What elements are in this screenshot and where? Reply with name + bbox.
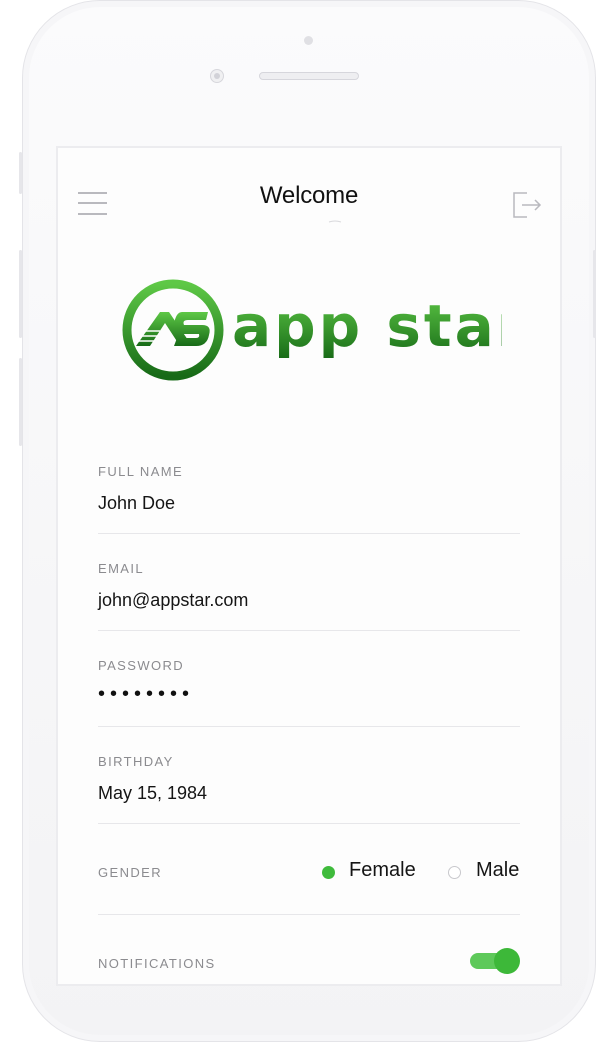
volume-up-button <box>19 250 22 338</box>
email-label: EMAIL <box>98 561 145 576</box>
birthday-label: BIRTHDAY <box>98 754 174 769</box>
divider <box>98 630 520 631</box>
page-title: Welcome <box>259 182 359 209</box>
male-radio[interactable] <box>448 866 461 879</box>
gender-row: GENDER Female Male <box>98 858 520 888</box>
divider <box>98 914 520 915</box>
logo-wordmark: app star. <box>232 292 502 360</box>
full-name-value[interactable]: John Doe <box>98 493 520 514</box>
birthday-value[interactable]: May 15, 1984 <box>98 783 520 804</box>
app-screen: Welcome app star. FULL NAME John <box>56 146 562 986</box>
full-name-field[interactable]: FULL NAME John Doe <box>98 464 520 514</box>
password-value[interactable]: •••••••• <box>98 683 520 706</box>
password-field[interactable]: PASSWORD •••••••• <box>98 658 520 706</box>
rear-camera-dot <box>304 36 313 45</box>
divider <box>98 533 520 534</box>
phone-frame: Welcome app star. FULL NAME John <box>22 0 596 1042</box>
female-radio[interactable] <box>322 866 335 879</box>
power-button <box>593 250 596 338</box>
email-field[interactable]: EMAIL john@appstar.com <box>98 561 520 611</box>
logout-icon[interactable] <box>511 188 543 220</box>
toggle-knob <box>494 948 520 974</box>
notifications-label: NOTIFICATIONS <box>98 956 216 971</box>
app-star-logo: app star. <box>122 279 502 381</box>
gender-label: GENDER <box>98 865 163 880</box>
divider <box>98 823 520 824</box>
birthday-field[interactable]: BIRTHDAY May 15, 1984 <box>98 754 520 804</box>
mute-switch <box>19 152 22 194</box>
title-indicator <box>328 220 342 223</box>
notifications-toggle[interactable] <box>470 948 520 974</box>
divider <box>98 726 520 727</box>
email-value[interactable]: john@appstar.com <box>98 590 520 611</box>
front-camera <box>210 69 224 83</box>
volume-down-button <box>19 358 22 446</box>
female-option-label[interactable]: Female <box>349 859 416 882</box>
earpiece-speaker <box>259 72 359 80</box>
password-label: PASSWORD <box>98 658 185 673</box>
male-option-label[interactable]: Male <box>476 859 519 882</box>
full-name-label: FULL NAME <box>98 464 184 479</box>
